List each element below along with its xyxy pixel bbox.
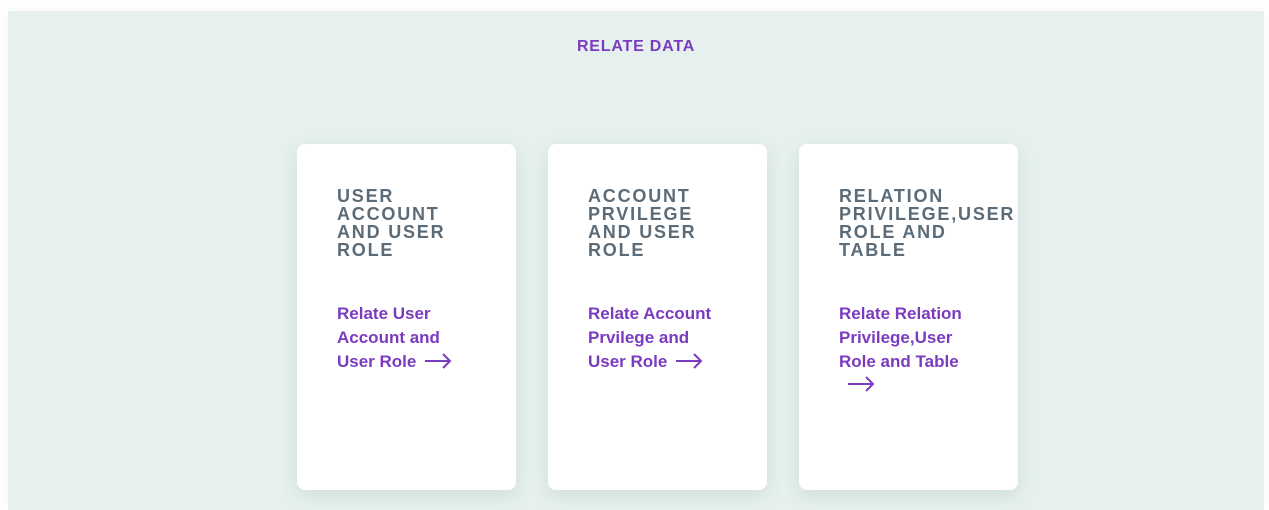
arrow-right-icon xyxy=(676,352,703,369)
card-heading: ACCOUNT PRVILEGE AND USER ROLE xyxy=(588,186,697,260)
arrow-right-icon xyxy=(848,376,875,392)
relate-account-privilege-role-link[interactable]: Relate Account Prvilege and User Role xyxy=(588,302,723,374)
card-heading: RELATION PRIVILEGE,USER ROLE AND TABLE xyxy=(839,186,1016,260)
section-title: RELATE DATA xyxy=(576,38,696,55)
card-account-privilege-role: ACCOUNT PRVILEGE AND USER ROLE Relate Ac… xyxy=(548,144,767,490)
arrow-right-icon xyxy=(425,352,452,369)
relate-user-account-role-link[interactable]: Relate User Account and User Role xyxy=(337,302,472,374)
card-relation-privilege-role-table: RELATION PRIVILEGE,USER ROLE AND TABLE R… xyxy=(799,144,1018,490)
card-user-account-role: USER ACCOUNT AND USER ROLE Relate User A… xyxy=(297,144,516,490)
relate-data-panel: RELATE DATA USER ACCOUNT AND USER ROLE R… xyxy=(8,11,1264,510)
relate-relation-privilege-role-table-link[interactable]: Relate Relation Privilege,User Role and … xyxy=(839,302,974,392)
card-heading: USER ACCOUNT AND USER ROLE xyxy=(337,186,446,260)
card-link-label: Relate Relation Privilege,User Role and … xyxy=(839,304,962,371)
